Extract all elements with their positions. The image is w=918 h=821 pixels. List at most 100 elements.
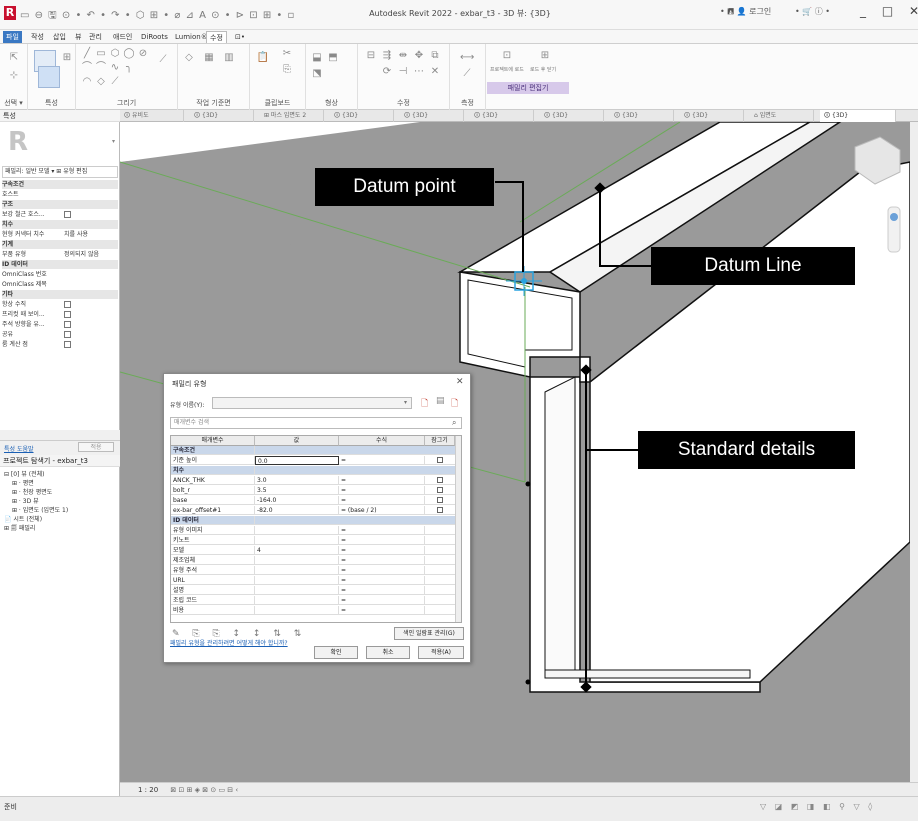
viewport-scrollbar[interactable] xyxy=(910,122,918,782)
manage-lookup-button[interactable]: 색인 일람표 관리(G) xyxy=(394,627,464,640)
property-row[interactable]: 룸 계산 점 xyxy=(2,340,118,349)
copy-icon[interactable]: ⎘ xyxy=(280,64,294,76)
parameter-row[interactable]: ex-bar_offset#1 -82.0 = (base / 2) xyxy=(171,506,455,515)
join-icon[interactable]: ⬓ xyxy=(310,52,324,64)
line-icon[interactable]: ╱ xyxy=(80,48,94,60)
load-into-project-icon[interactable]: ⊡ xyxy=(500,50,514,62)
view-tab[interactable]: 🛈 {3D} xyxy=(470,110,534,122)
parameter-formula[interactable]: = xyxy=(339,536,425,545)
parameter-row[interactable]: 키노트 = xyxy=(171,536,455,545)
cancel-button[interactable]: 취소 xyxy=(366,646,410,659)
lock-checkbox[interactable] xyxy=(437,487,443,493)
parameter-row[interactable]: 기준 높이 0.0 = xyxy=(171,456,455,465)
selection-filter-icons[interactable]: ▽ ◪ ◩ ◨ ◧ ⚲ ▽ ◊ xyxy=(760,802,875,811)
measure-icon[interactable]: ⟷ xyxy=(460,52,474,64)
parameter-row[interactable]: 설명 = xyxy=(171,586,455,595)
view-tab[interactable]: ⌂ 입면도 xyxy=(750,110,814,122)
rect-icon[interactable]: ▭ xyxy=(94,48,108,60)
dialog-help-link[interactable]: 패밀리 유형을 관리하려면 어떻게 해야 합니까? xyxy=(170,640,300,647)
parameter-group-row[interactable]: ID 데이터 xyxy=(171,516,455,525)
family-type-selector[interactable]: 패밀리: 일반 모델 ▾ ⊞ 유형 편집 xyxy=(2,166,118,178)
browser-tree-item[interactable]: ⊞ · 3D 뷰 xyxy=(12,496,39,505)
browser-tree-item[interactable]: ⊞ 🗐 패밀리 xyxy=(4,523,35,534)
chevron-down-icon[interactable]: ▾ xyxy=(404,399,407,406)
cut-geometry-icon[interactable]: ⬒ xyxy=(326,52,340,64)
window-controls[interactable]: _ □ ✕ xyxy=(860,4,918,18)
parameter-tools[interactable]: ✎ ⎘ ⎘ ↕ ↕ ⇅ ⇅ xyxy=(172,629,306,639)
property-row[interactable]: 보강 철근 호스... xyxy=(2,210,118,219)
tab-more[interactable]: ⊡• xyxy=(232,31,248,43)
tab-view[interactable]: 뷰 xyxy=(72,31,84,43)
align-icon[interactable]: ⊟ xyxy=(364,50,378,62)
rotate-icon[interactable]: ⟳ xyxy=(380,66,394,78)
property-checkbox[interactable] xyxy=(64,341,71,348)
view-control-icons[interactable]: ⊠ ⊡ ⊞ ◈ ⊠ ⊙ ▭ ⊟ ‹ xyxy=(170,786,238,794)
parameter-value[interactable]: -164.0 xyxy=(255,496,339,505)
view-tab[interactable]: 🛈 {3D} xyxy=(400,110,464,122)
property-category[interactable]: 구조 xyxy=(2,200,118,209)
scale-label[interactable]: 1 : 20 xyxy=(138,786,158,794)
parameter-value[interactable] xyxy=(255,586,339,595)
tab-modify[interactable]: 수정 xyxy=(206,31,227,43)
parameter-row[interactable]: 비용 = xyxy=(171,606,455,615)
arc-icon[interactable]: ⌒ xyxy=(80,62,94,74)
property-category[interactable]: 구속조건 xyxy=(2,180,118,189)
parameter-value[interactable]: 3.0 xyxy=(255,476,339,485)
trim-icon[interactable]: ⊣ xyxy=(396,66,410,78)
view-tab[interactable]: 🛈 {3D} xyxy=(330,110,394,122)
property-category[interactable]: 기타 xyxy=(2,290,118,299)
search-icon[interactable]: ⌕ xyxy=(452,418,456,428)
tab-file[interactable]: 파일 xyxy=(3,31,22,43)
paste-icon[interactable]: 📋 xyxy=(256,52,270,64)
cursor-icon[interactable]: ⇱ xyxy=(7,52,21,64)
load-and-close-icon[interactable]: ⊞ xyxy=(538,50,552,62)
tab-manage[interactable]: 관리 xyxy=(86,31,105,43)
property-value[interactable]: 정의되지 않음 xyxy=(64,250,99,259)
fillet-icon[interactable]: ╮ xyxy=(122,62,136,74)
parameter-value[interactable]: -82.0 xyxy=(255,506,339,515)
new-type-icon[interactable]: 🗋 xyxy=(421,396,428,412)
property-row[interactable]: 항상 수직 xyxy=(2,300,118,309)
parameter-search-input[interactable]: 매개변수 검색 xyxy=(170,417,462,429)
view-tab[interactable]: 🛈 {3D} xyxy=(610,110,674,122)
void-icon[interactable]: ⬔ xyxy=(310,68,324,80)
chevron-down-icon[interactable]: ▾ xyxy=(112,138,115,145)
parameter-formula[interactable]: = xyxy=(339,596,425,605)
property-checkbox[interactable] xyxy=(64,331,71,338)
offset-icon[interactable]: ⇶ xyxy=(380,50,394,62)
set-workplane-icon[interactable]: ◇ xyxy=(182,52,196,64)
parameter-formula[interactable]: = xyxy=(339,576,425,585)
spline-icon[interactable]: ∿ xyxy=(108,62,122,74)
parameter-formula[interactable]: = (base / 2) xyxy=(339,506,425,515)
view-tab[interactable]: 🛈 {3D} xyxy=(680,110,744,122)
type-properties-icon[interactable]: ⊞ xyxy=(60,52,74,64)
parameter-formula[interactable]: = xyxy=(339,476,425,485)
parameter-row[interactable]: base -164.0 = xyxy=(171,496,455,505)
quick-access-toolbar[interactable]: ▭ ⊖ 🖫 ⊙ • ↶ • ↷ • ⬡ ⊞ • ⌀ ⊿ A ⊙ • ⊳ ⊡ ⊞ … xyxy=(20,8,295,25)
parameter-formula[interactable]: = xyxy=(339,556,425,565)
family-types-icon[interactable] xyxy=(38,66,60,88)
lock-checkbox[interactable] xyxy=(437,507,443,513)
property-category[interactable]: 기계 xyxy=(2,240,118,249)
cut-icon[interactable]: ✂ xyxy=(280,48,294,60)
modify-icon[interactable]: ⊹ xyxy=(7,70,21,82)
property-row[interactable]: OmniClass 제목 xyxy=(2,280,118,289)
property-row[interactable]: OmniClass 번호 xyxy=(2,270,118,279)
parameter-row[interactable]: ANCK_THK 3.0 = xyxy=(171,476,455,485)
parameter-value[interactable] xyxy=(255,606,339,615)
property-row[interactable]: 부품 유형 정의되지 않음 xyxy=(2,250,118,259)
property-category[interactable]: ID 데이터 xyxy=(2,260,118,269)
parameter-value[interactable] xyxy=(255,596,339,605)
close-icon[interactable]: ✕ xyxy=(456,377,464,387)
browser-tree-item[interactable]: 📄 시트 (전체) xyxy=(4,514,42,523)
property-checkbox[interactable] xyxy=(64,301,71,308)
parameter-value[interactable] xyxy=(255,576,339,585)
steering-wheel-icon[interactable] xyxy=(890,213,898,221)
view-tab[interactable]: 🛈 유비도 xyxy=(120,110,184,122)
parameter-formula[interactable]: = xyxy=(339,456,425,465)
property-row[interactable]: 호스트 xyxy=(2,190,118,199)
property-value[interactable]: 치를 사용 xyxy=(64,230,88,239)
help-cart[interactable]: • 🛒 ⓘ • xyxy=(795,6,830,17)
tab-create[interactable]: 작성 xyxy=(28,31,47,43)
table-scrollbar[interactable] xyxy=(455,436,461,622)
